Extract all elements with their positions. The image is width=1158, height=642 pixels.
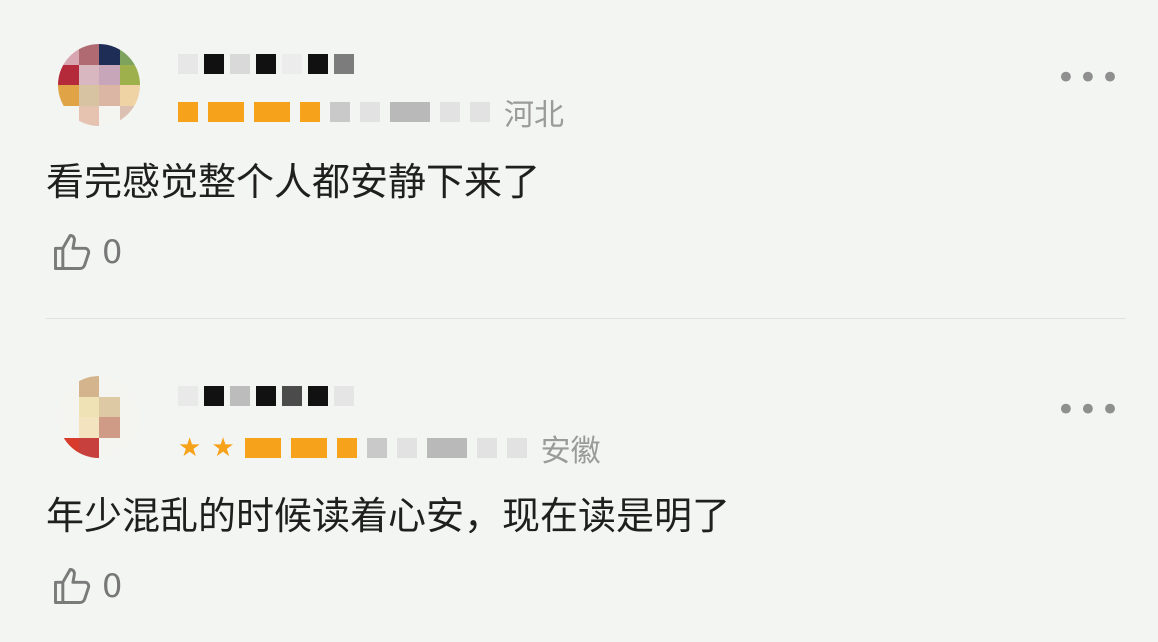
avatar-pixel [99,437,120,458]
username-mosaic-block [178,386,198,406]
username-mosaic-block [178,54,198,74]
username-mosaic-block [204,54,224,74]
badge-icon [396,438,417,458]
avatar-pixel [119,105,140,126]
avatar-pixel [99,85,120,106]
avatar-pixel [119,85,140,106]
username-mosaic-block [230,54,250,74]
avatar-pixel [78,64,99,85]
avatar-pixel [99,105,120,126]
more-options-button[interactable]: ••• [1056,58,1122,98]
badge-icon [244,438,281,458]
avatar-pixel [58,85,79,106]
username-obscured[interactable] [178,40,354,88]
comment-text: 看完感觉整个人都安静下来了 [46,160,541,204]
comment-item: 河北 ••• 看完感觉整个人都安静下来了 0 [0,0,1158,320]
avatar-pixel [78,376,99,397]
badge-icon [208,102,244,122]
badge-icon [254,102,290,122]
avatar-pixel [58,376,79,397]
username-mosaic-block [334,386,354,406]
username-mosaic-block [308,386,328,406]
avatar-pixel [78,44,99,65]
badge-icon [440,102,460,122]
like-button[interactable]: 0 [50,562,122,610]
avatar-pixel [58,64,79,85]
like-count: 0 [102,233,123,271]
avatar-pixel [58,396,79,417]
badge-icon [330,102,350,122]
avatar-pixel [119,396,140,417]
thumbs-up-icon [54,568,91,604]
username-mosaic-block [334,54,354,74]
badge-icon [290,438,327,458]
location-label: 安徽 [540,434,601,469]
username-mosaic-block [282,386,302,406]
avatar-pixel [99,64,120,85]
like-count: 0 [102,567,123,605]
username-mosaic-block [282,54,302,74]
avatar-pixel [99,376,120,397]
comment-item: ★ ★ 安徽 ••• 年少混乱的时候读着心安，现在读是明了 0 [0,320,1158,642]
badge-icon [476,438,497,458]
avatar-pixel [78,396,99,417]
avatar[interactable] [58,376,140,458]
like-button[interactable]: 0 [50,228,122,276]
username-mosaic-block [256,386,276,406]
avatar[interactable] [58,44,140,126]
badge-icon [360,102,380,122]
comment-text: 年少混乱的时候读着心安，现在读是明了 [46,494,731,538]
thumbs-up-icon [54,234,91,270]
star-icon: ★ [178,433,202,463]
username-mosaic-block [204,386,224,406]
username-mosaic-block [308,54,328,74]
star-icon: ★ [211,433,235,463]
avatar-pixel [119,44,140,65]
avatar-pixel [119,64,140,85]
avatar-pixel [78,417,99,438]
avatar-pixel [119,376,140,397]
more-options-button[interactable]: ••• [1056,390,1122,430]
badge-icon [336,438,357,458]
badge-icon [300,102,320,122]
badge-icon [506,438,527,458]
username-mosaic-block [230,386,250,406]
badge-icon [390,102,430,122]
avatar-pixel [58,105,79,126]
user-meta-row: 河北 [178,92,564,133]
divider [46,318,1126,319]
badge-icon [470,102,490,122]
avatar-pixel [78,437,99,458]
badge-icon [426,438,467,458]
user-meta-row: ★ ★ 安徽 [178,428,601,469]
avatar-pixel [99,417,120,438]
location-label: 河北 [504,98,564,133]
avatar-pixel [78,105,99,126]
avatar-pixel [58,417,79,438]
avatar-pixel [78,85,99,106]
avatar-pixel [58,44,79,65]
avatar-pixel [99,396,120,417]
avatar-pixel [58,437,79,458]
avatar-pixel [119,417,140,438]
badge-icon [366,438,387,458]
avatar-pixel [119,437,140,458]
badge-icon [178,102,198,122]
username-mosaic-block [256,54,276,74]
username-obscured[interactable] [178,372,354,420]
avatar-pixel [99,44,120,65]
